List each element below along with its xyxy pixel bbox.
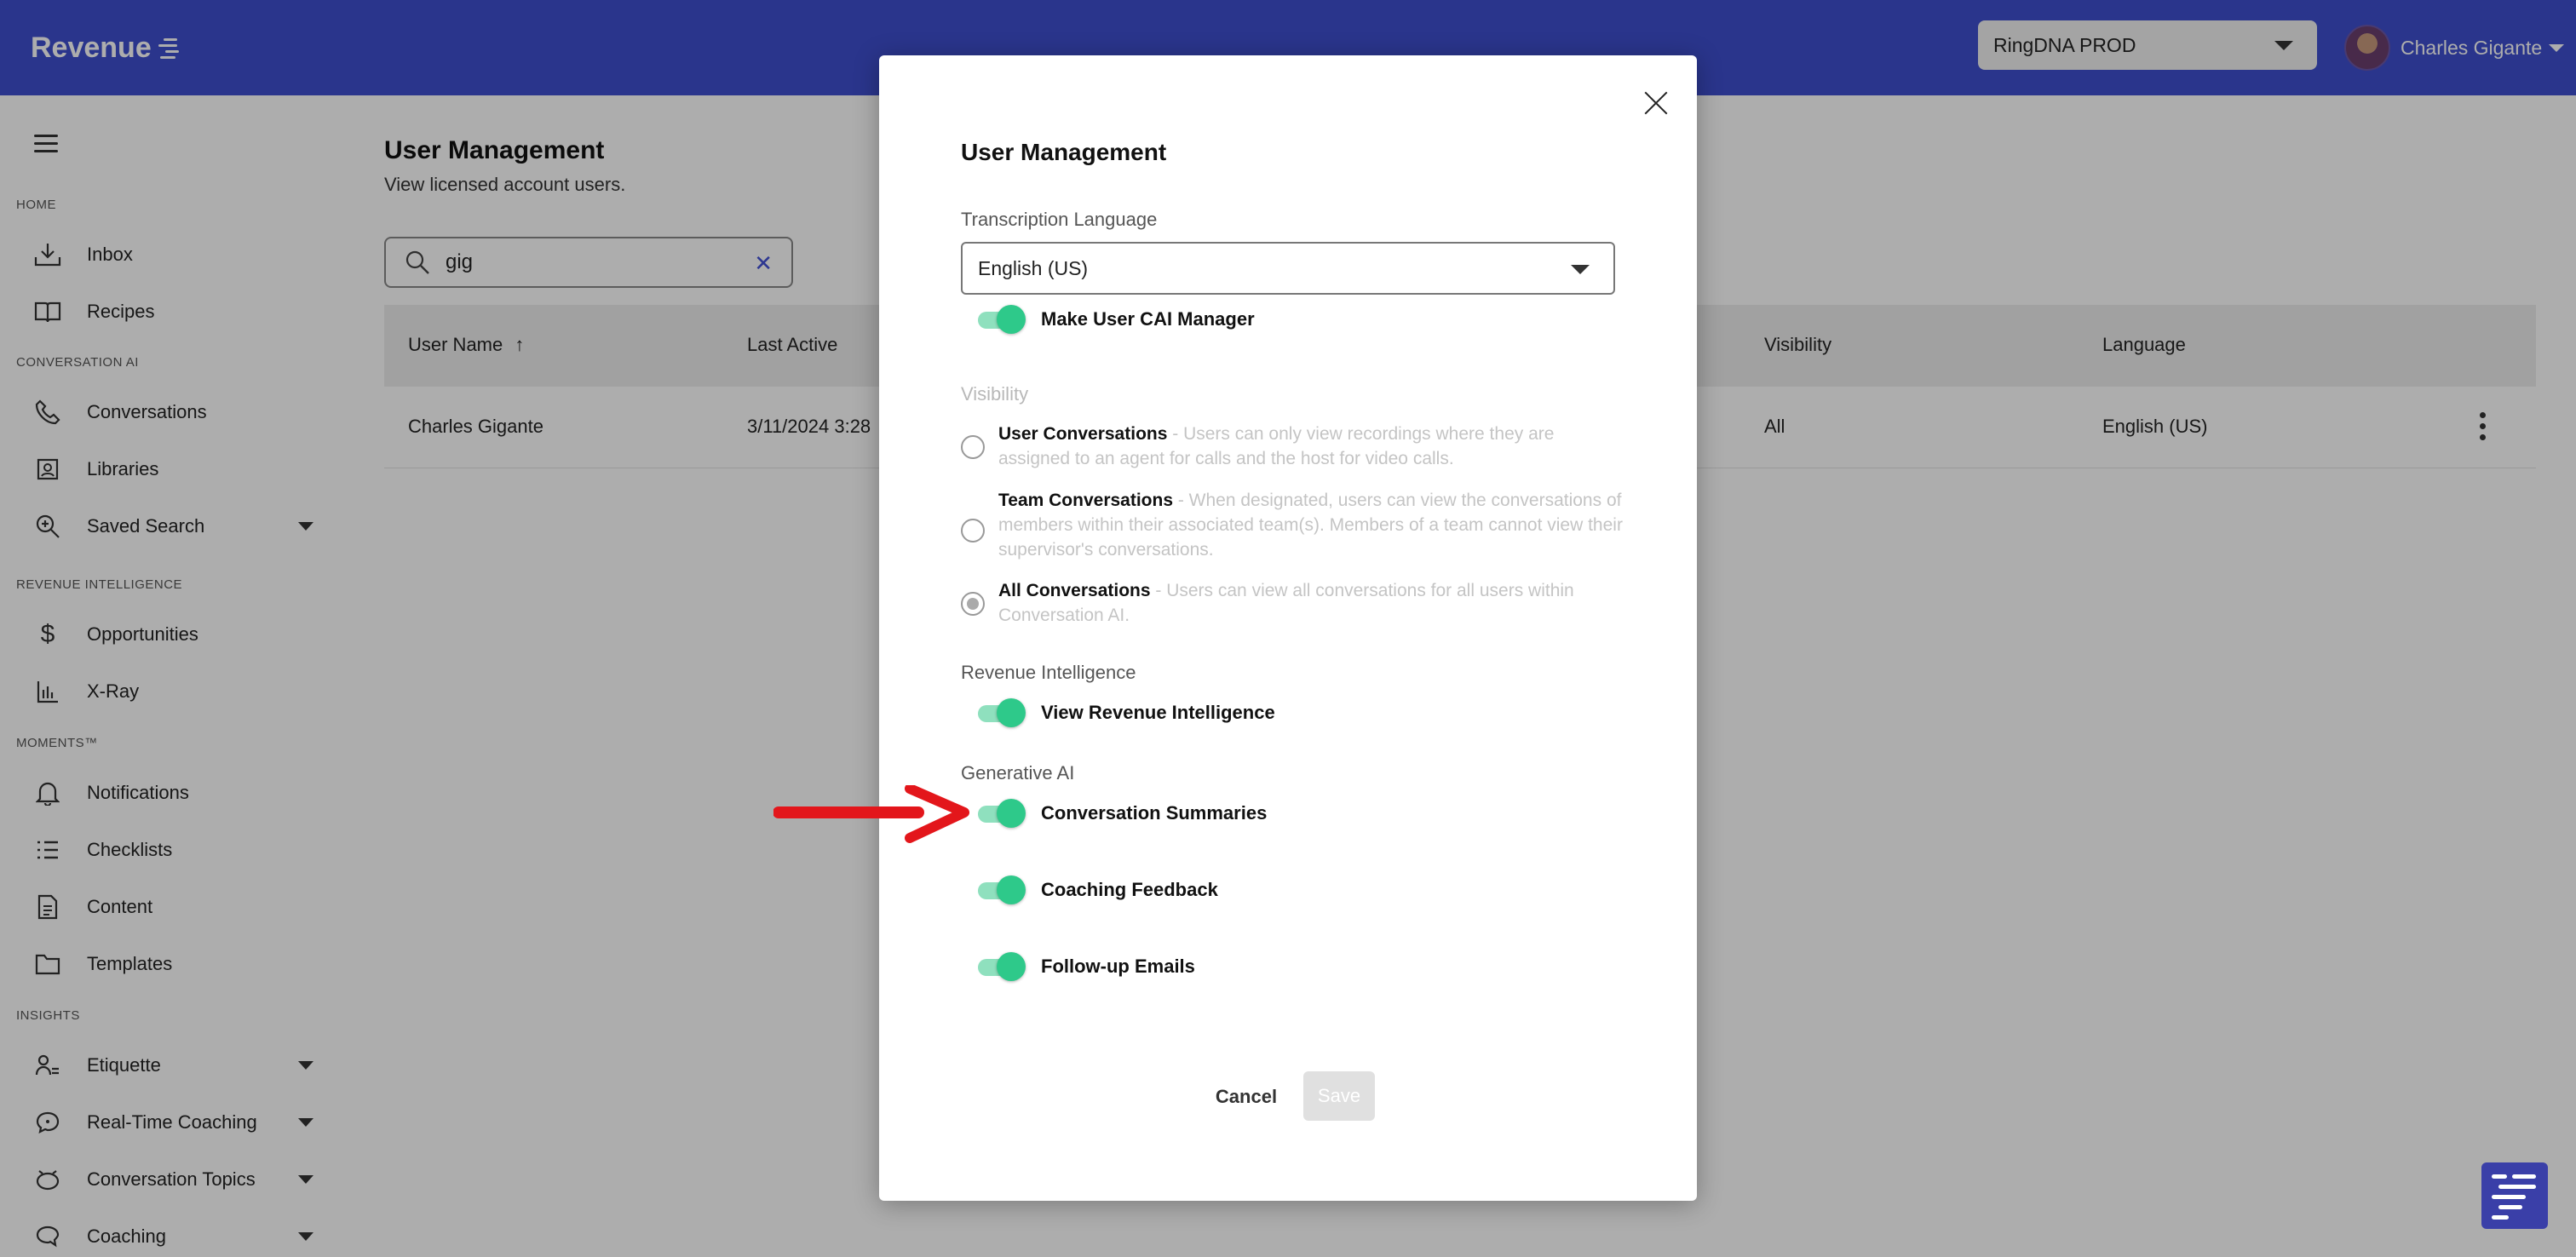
user-management-modal: User Management Transcription Language E… <box>879 55 1697 1201</box>
radio-button[interactable] <box>961 519 985 542</box>
followup-emails-toggle[interactable] <box>975 950 1027 984</box>
radio-text: Team Conversations - When designated, us… <box>998 488 1625 562</box>
visibility-label: Visibility <box>961 383 1029 405</box>
toggle-label: Coaching Feedback <box>1041 879 1218 900</box>
toggle-label: Conversation Summaries <box>1041 802 1268 824</box>
language-select-value: English (US) <box>978 256 1089 279</box>
conversation-summaries-toggle-row[interactable]: Conversation Summaries <box>975 796 1267 830</box>
toggle-label: Follow-up Emails <box>1041 956 1195 977</box>
revenue-intelligence-label: Revenue Intelligence <box>961 662 1136 683</box>
visibility-option-all[interactable]: All Conversations - Users can view all c… <box>961 578 1625 628</box>
option-title: Team Conversations <box>998 491 1174 510</box>
coaching-feedback-toggle-row[interactable]: Coaching Feedback <box>975 873 1218 907</box>
chat-widget-icon[interactable] <box>2481 1162 2548 1229</box>
annotation-arrow-icon <box>773 785 969 843</box>
conversation-summaries-toggle[interactable] <box>975 796 1027 830</box>
followup-emails-toggle-row[interactable]: Follow-up Emails <box>975 950 1195 984</box>
visibility-option-user[interactable]: User Conversations - Users can only view… <box>961 422 1625 471</box>
option-title: User Conversations <box>998 424 1168 444</box>
toggle-label: View Revenue Intelligence <box>1041 702 1275 723</box>
view-ri-toggle[interactable] <box>975 696 1027 730</box>
cancel-button[interactable]: Cancel <box>1208 1073 1285 1121</box>
radio-text: User Conversations - Users can only view… <box>998 422 1625 471</box>
generative-ai-label: Generative AI <box>961 762 1075 783</box>
toggle-label: Make User CAI Manager <box>1041 308 1255 330</box>
chevron-down-icon <box>1571 265 1590 274</box>
save-button[interactable]: Save <box>1303 1071 1375 1121</box>
radio-text: All Conversations - Users can view all c… <box>998 578 1625 628</box>
cai-manager-toggle-row[interactable]: Make User CAI Manager <box>975 302 1255 336</box>
radio-button[interactable] <box>961 435 985 459</box>
coaching-feedback-toggle[interactable] <box>975 873 1027 907</box>
radio-button-selected[interactable] <box>961 592 985 616</box>
modal-title: User Management <box>961 139 1167 165</box>
view-ri-toggle-row[interactable]: View Revenue Intelligence <box>975 696 1275 730</box>
close-icon[interactable] <box>1639 86 1673 120</box>
visibility-option-team[interactable]: Team Conversations - When designated, us… <box>961 488 1625 562</box>
option-title: All Conversations <box>998 581 1151 600</box>
cai-manager-toggle[interactable] <box>975 302 1027 336</box>
transcription-language-select[interactable]: English (US) <box>961 242 1615 295</box>
transcription-language-label: Transcription Language <box>961 209 1158 230</box>
